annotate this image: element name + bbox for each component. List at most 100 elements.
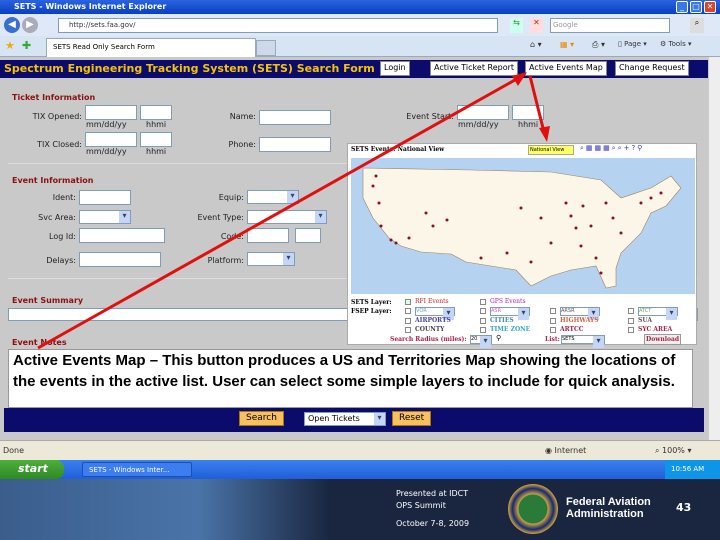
close-button[interactable]: ✕ (704, 1, 716, 13)
time-hint: hhmi (146, 147, 167, 156)
tab-sets-search[interactable]: SETS Read Only Search Form (46, 38, 256, 57)
date-hint: mm/dd/yy (86, 147, 127, 156)
tix-closed-date-input[interactable] (85, 132, 137, 147)
fsep-layer-label: FSEP Layer: (351, 308, 392, 315)
county-checkbox[interactable] (405, 327, 411, 333)
stop-icon[interactable]: ✕ (530, 18, 543, 33)
asr-checkbox[interactable] (480, 308, 486, 314)
favorites-star-icon[interactable]: ★ (5, 39, 15, 52)
ticket-filter-select[interactable]: Open Tickets (304, 412, 386, 426)
download-button[interactable]: Download (644, 334, 682, 345)
events-map-popup: SETS Events: National View National View… (347, 143, 697, 348)
search-radius-label: Search Radius (miles): (390, 336, 467, 343)
map-view-select[interactable]: National View (528, 145, 574, 155)
gps-events-checkbox[interactable] (480, 299, 486, 305)
cities-checkbox[interactable] (480, 318, 486, 324)
arsr-checkbox[interactable] (550, 308, 556, 314)
slide-number: 43 (676, 501, 692, 514)
ident-input[interactable] (79, 190, 131, 205)
clock: 10:56 AM (665, 460, 720, 479)
login-button[interactable]: Login (380, 61, 410, 76)
add-favorites-icon[interactable]: ✚ (22, 39, 31, 52)
tix-opened-date-input[interactable] (85, 105, 137, 120)
rfi-events-label: RFI Events (415, 298, 449, 305)
artcc-label: ARTCC (560, 326, 584, 333)
reset-button[interactable]: Reset (392, 411, 432, 426)
print-icon[interactable]: ⎙ ▾ (592, 40, 605, 50)
control-tower-photo (0, 479, 330, 540)
search-icon[interactable]: ⌕ (690, 18, 704, 33)
delays-input[interactable] (79, 252, 161, 267)
presented-text: Presented at IDCT (396, 489, 469, 498)
sets-header: Spectrum Engineering Tracking System (SE… (0, 60, 708, 78)
phone-input[interactable] (259, 137, 331, 152)
tix-closed-time-input[interactable] (140, 132, 172, 147)
map-toolbar-icons[interactable]: ⌕▦▦▦⌕⌕+?⚲ (580, 144, 644, 153)
us-map[interactable] (351, 158, 695, 294)
tools-menu[interactable]: ⚙ Tools ▾ (660, 40, 692, 48)
highways-label: HIGHWAYS (560, 317, 599, 324)
search-radius-select[interactable]: 20 (470, 335, 492, 348)
timezone-checkbox[interactable] (480, 327, 486, 333)
sua-checkbox[interactable] (628, 318, 634, 324)
svc-area-label: Svc Area: (38, 213, 76, 222)
arsr-select[interactable]: ARSR (560, 307, 600, 320)
new-tab-button[interactable] (256, 40, 276, 56)
atct-select[interactable]: ATCT (638, 307, 678, 320)
vor-select[interactable]: VOR (415, 307, 455, 320)
event-type-select[interactable] (247, 210, 327, 224)
internet-zone: ◉ Internet (545, 446, 587, 455)
minimize-button[interactable]: _ (676, 1, 688, 13)
change-request-button[interactable]: Change Request (615, 61, 689, 76)
event-start-date-input[interactable] (457, 105, 509, 120)
highways-checkbox[interactable] (550, 318, 556, 324)
syc-area-checkbox[interactable] (628, 327, 634, 333)
home-icon[interactable]: ⌂ ▾ (530, 40, 542, 49)
active-ticket-report-button[interactable]: Active Ticket Report (430, 61, 519, 76)
forward-button[interactable]: ▶ (22, 17, 38, 33)
gps-events-label: GPS Events (490, 298, 526, 305)
equip-select[interactable] (247, 190, 299, 204)
map-title: SETS Events: National View (351, 146, 445, 153)
list-select[interactable]: SETS (561, 335, 605, 348)
address-input[interactable]: http://sets.faa.gov/ (58, 18, 498, 33)
rfi-events-checkbox[interactable] (405, 299, 411, 305)
artcc-checkbox[interactable] (550, 327, 556, 333)
search-button[interactable]: Search (239, 411, 284, 426)
taskbar-ie-window[interactable]: SETS - Windows Inter... (82, 462, 192, 477)
binoculars-icon[interactable]: ⚲ (496, 334, 501, 342)
zoom-level[interactable]: ⌕ 100% ▾ (655, 446, 691, 456)
vor-checkbox[interactable] (405, 308, 411, 314)
ident-label: Ident: (52, 193, 76, 202)
back-button[interactable]: ◀ (4, 17, 20, 33)
log-id-input[interactable] (79, 228, 165, 243)
event-summary-heading: Event Summary (12, 296, 84, 305)
maximize-button[interactable]: □ (690, 1, 702, 13)
airports-checkbox[interactable] (405, 318, 411, 324)
list-label: List: (545, 336, 560, 343)
name-input[interactable] (259, 110, 331, 125)
timezone-label: TIME ZONE (490, 326, 531, 333)
svc-area-select[interactable] (79, 210, 131, 224)
slide-footer: Presented at IDCT OPS Summit October 7-8… (0, 479, 720, 540)
event-date: October 7-8, 2009 (396, 519, 470, 528)
active-events-map-button[interactable]: Active Events Map (525, 61, 607, 76)
page-menu[interactable]: ▯ Page ▾ (618, 40, 647, 48)
asr-select[interactable]: ASR (490, 307, 530, 320)
county-label: COUNTY (415, 326, 445, 333)
start-button[interactable]: start (0, 460, 64, 479)
code-input[interactable] (247, 228, 289, 243)
feeds-icon[interactable]: ▦ ▾ (560, 40, 574, 49)
refresh-icon[interactable]: ⇆ (510, 18, 523, 33)
code-input-2[interactable] (295, 228, 321, 243)
search-input[interactable]: Google (550, 18, 670, 33)
ticket-information-heading: Ticket Information (12, 93, 96, 102)
platform-select[interactable] (247, 252, 295, 266)
atct-checkbox[interactable] (628, 308, 634, 314)
event-start-time-input[interactable] (512, 105, 544, 120)
tix-opened-time-input[interactable] (140, 105, 172, 120)
time-hint: hhmi (146, 120, 167, 129)
event-type-label: Event Type: (197, 213, 244, 222)
vertical-scrollbar[interactable] (708, 57, 720, 440)
code-label: Code: (220, 232, 244, 241)
